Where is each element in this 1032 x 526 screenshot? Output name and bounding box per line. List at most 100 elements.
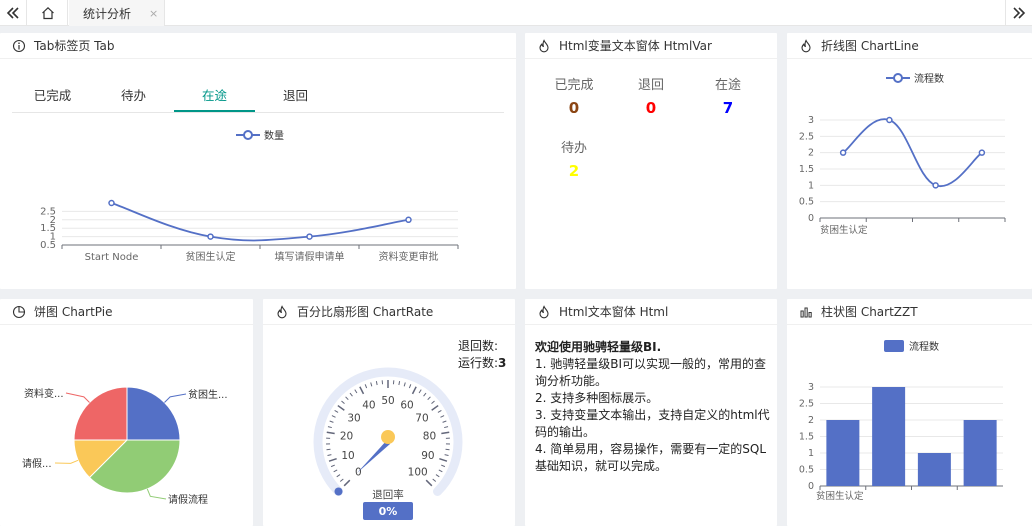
home-button[interactable] [28, 0, 68, 26]
y-tick-label: 2 [808, 415, 814, 426]
top-tab-bar: 统计分析 × [0, 0, 1032, 26]
panel-header: Html文本窗体 Html [525, 299, 777, 325]
gauge-minor-tick [403, 382, 406, 387]
gauge-minor-tick [444, 454, 449, 457]
gauge-minor-tick [408, 384, 412, 389]
tab-todo[interactable]: 待办 [93, 79, 174, 112]
gauge-minor-tick [440, 415, 445, 418]
gauge-tick-label: 50 [381, 395, 394, 407]
panel-chartpie: 饼图 ChartPie 贫困生... 请假流程 请假... 资料变... [0, 299, 253, 526]
y-tick-label: 1 [808, 180, 814, 191]
bar [826, 420, 860, 486]
gauge-minor-tick [327, 454, 332, 457]
var-value-in-progress: 7 [722, 99, 734, 117]
gauge-tick-label: 10 [341, 450, 354, 462]
gauge-minor-tick [418, 389, 422, 394]
x-tick-label: 填写请假申请单 [275, 250, 345, 263]
gauge-minor-tick [333, 469, 338, 473]
var-value-todo: 2 [568, 162, 580, 180]
x-tick-label: 贫困生认定 [816, 490, 864, 502]
gauge-tick-label: 90 [421, 450, 434, 462]
legend-marker [243, 130, 253, 140]
gauge-minor-tick [432, 478, 437, 482]
y-tick-label: 1.5 [799, 164, 814, 175]
y-tick-label: 0.5 [799, 465, 814, 476]
tab-strip: 已完成 待办 在途 退回 [12, 79, 504, 113]
panel-header: 折线图 ChartLine [787, 33, 1032, 59]
gauge-minor-tick [339, 478, 344, 482]
tab-line-chart: 数量0.511.522.5Start Node 贫困生认定 填写请假申请单 资料变更审… [40, 129, 459, 263]
y-tick-label: 0 [808, 481, 814, 492]
bar [872, 387, 906, 486]
gauge-tick-label: 80 [423, 430, 436, 442]
y-tick-label: 1.5 [799, 432, 814, 443]
var-label-completed: 已完成 [554, 78, 594, 93]
y-tick-label: 2.5 [799, 399, 814, 410]
html-heading: 欢迎使用驰骋轻量级BI. [535, 340, 662, 354]
panel-header: 柱状图 ChartZZT [787, 299, 1032, 325]
panel-title: 柱状图 ChartZZT [821, 305, 918, 319]
var-label-todo: 待办 [560, 141, 587, 156]
gauge-minor-tick [375, 381, 378, 386]
gauge-minor-tick [438, 469, 443, 473]
gauge-tick-label: 60 [400, 400, 413, 412]
gauge-minor-tick [331, 415, 336, 418]
pie-slice [73, 386, 128, 441]
gauge-minor-tick [354, 389, 358, 394]
pie-chart: 贫困生... 请假流程 请假... 资料变... [22, 386, 228, 506]
gauge-minor-tick [445, 448, 450, 451]
gauge-minor-tick [441, 464, 446, 468]
tab-statistics[interactable]: 统计分析 × [69, 0, 165, 26]
tab-close-icon[interactable]: × [149, 7, 158, 20]
x-tick-label: 资料变更审批 [379, 250, 439, 263]
y-tick-label: 3 [808, 115, 814, 126]
gauge-tick-label: 70 [415, 412, 428, 424]
panel-header: 饼图 ChartPie [0, 299, 253, 325]
tab-completed[interactable]: 已完成 [12, 79, 93, 112]
gauge-major-tick [431, 404, 439, 411]
html-content: 欢迎使用驰骋轻量级BI. 1. 驰骋轻量级BI可以实现一般的，常用的查询分析功能… [535, 339, 770, 475]
gauge-major-tick [337, 404, 345, 411]
y-tick-label: 2 [808, 148, 814, 159]
gauge-chart: 010 20 3040 50 6070 80 90 100 退回率 0% [313, 367, 463, 520]
gauge-minor-tick [427, 396, 431, 401]
tab-returned[interactable]: 退回 [255, 79, 336, 112]
legend-label: 数量 [264, 129, 284, 142]
double-chevron-right-icon [1013, 7, 1026, 19]
y-tick-label: 0 [808, 213, 814, 224]
gauge-minor-tick [349, 392, 353, 397]
var-value-returned: 0 [645, 99, 657, 117]
gauge-pointer-cap [381, 430, 395, 444]
gauge-minor-tick [345, 396, 349, 401]
gauge-minor-tick [327, 426, 332, 429]
gauge-minor-tick [336, 474, 341, 478]
pie-label: 资料变... [24, 387, 64, 400]
var-value-completed: 0 [568, 99, 580, 117]
pie-chart-icon [12, 305, 26, 319]
html-line: 1. 驰骋轻量级BI可以实现一般的，常用的查询分析功能。 [535, 357, 767, 388]
data-point [932, 182, 939, 189]
scroll-right-button[interactable] [1005, 0, 1032, 26]
gauge-major-tick [359, 386, 365, 395]
panel-title: Html变量文本窗体 HtmlVar [559, 39, 712, 53]
gauge-tick-label: 100 [408, 467, 428, 479]
gauge-major-tick [439, 457, 448, 462]
panel-chartrate: 百分比扇形图 ChartRate 退回数: 运行数:3 0 10 20 30 40 50 6… [263, 299, 515, 526]
y-tick-label: 1 [808, 448, 814, 459]
gauge-minor-tick [370, 382, 373, 387]
pie-label: 贫困生... [188, 388, 228, 401]
panel-htmlvar: Html变量文本窗体 HtmlVar 已完成 0 退回 0 在途 7 待办 2 [525, 33, 777, 289]
gauge-minor-tick [423, 392, 427, 397]
tab-in-progress[interactable]: 在途 [174, 79, 255, 112]
pie-label: 请假流程 [168, 493, 208, 506]
fire-icon [275, 304, 289, 319]
gauge-minor-tick [326, 448, 331, 451]
home-icon [41, 6, 54, 20]
legend-label: 流程数 [909, 340, 939, 353]
scroll-left-button[interactable] [0, 0, 27, 26]
y-tick-label: 2.5 [40, 206, 56, 217]
info-icon [12, 39, 26, 53]
gauge-minor-tick [341, 400, 345, 405]
pie-slice [126, 386, 181, 441]
gauge-major-tick [425, 479, 433, 487]
